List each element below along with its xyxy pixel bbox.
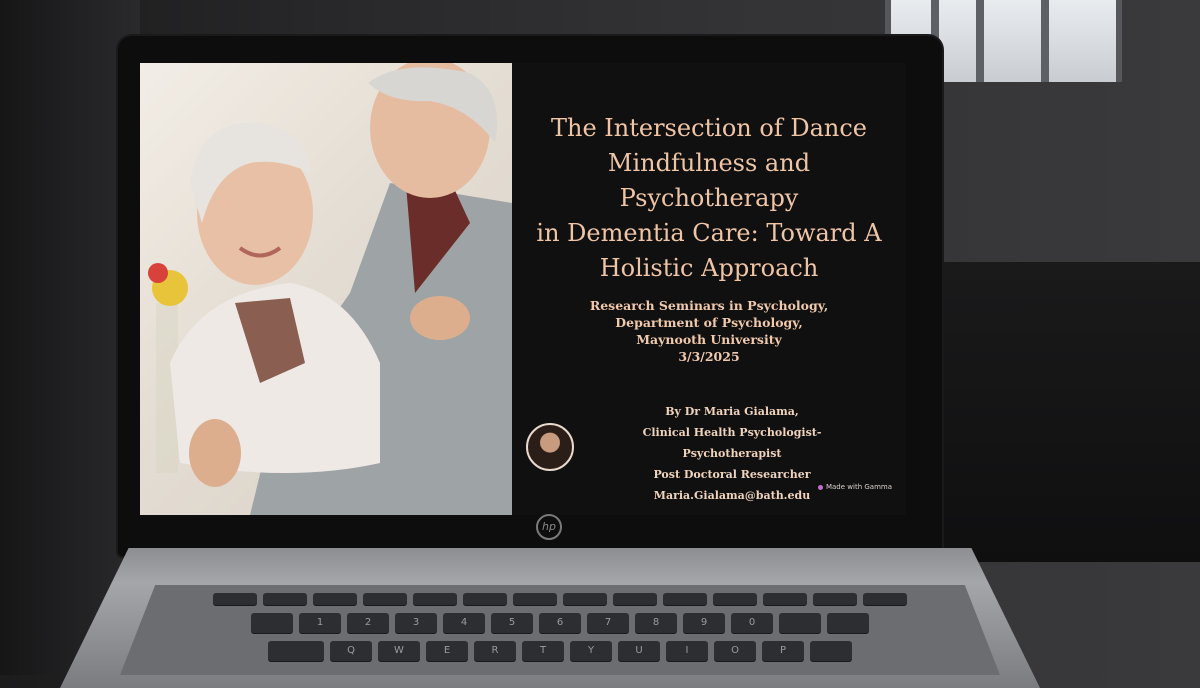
key[interactable] (813, 593, 857, 605)
title-line: Mindfulness and Psychotherapy (607, 149, 811, 212)
key-9[interactable]: 9 (683, 613, 725, 633)
key[interactable] (827, 613, 869, 633)
key-i[interactable]: I (666, 641, 708, 661)
laptop-screen: The Intersection of Dance Mindfulness an… (140, 63, 906, 515)
seminar-info: Research Seminars in Psychology, Departm… (524, 297, 894, 365)
seminar-line: Research Seminars in Psychology, (589, 298, 829, 313)
key-8[interactable]: 8 (635, 613, 677, 633)
author-avatar (526, 423, 574, 471)
key-o[interactable]: O (714, 641, 756, 661)
number-row: 1 2 3 4 5 6 7 8 9 0 (120, 613, 1000, 633)
key[interactable] (713, 593, 757, 605)
slide-photo (140, 63, 512, 515)
key-0[interactable]: 0 (731, 613, 773, 633)
seminar-line: Maynooth University (636, 332, 782, 347)
key-w[interactable]: W (378, 641, 420, 661)
key-6[interactable]: 6 (539, 613, 581, 633)
title-line: Holistic Approach (599, 254, 819, 282)
made-with-gamma-badge[interactable]: Made with Gamma (817, 483, 892, 491)
key-u[interactable]: U (618, 641, 660, 661)
key[interactable] (363, 593, 407, 605)
key-1[interactable]: 1 (299, 613, 341, 633)
author-name: By Dr Maria Gialama, (665, 405, 799, 418)
key[interactable] (810, 641, 852, 661)
key-e[interactable]: E (426, 641, 468, 661)
key-2[interactable]: 2 (347, 613, 389, 633)
key-7[interactable]: 7 (587, 613, 629, 633)
function-row (120, 593, 1000, 605)
key[interactable] (863, 593, 907, 605)
hp-logo: hp (536, 514, 562, 540)
letter-row: Q W E R T Y U I O P (120, 641, 1000, 661)
key[interactable] (313, 593, 357, 605)
key[interactable] (763, 593, 807, 605)
key[interactable] (779, 613, 821, 633)
key-p[interactable]: P (762, 641, 804, 661)
key-t[interactable]: T (522, 641, 564, 661)
elderly-couple-illustration (148, 63, 512, 515)
key[interactable] (263, 593, 307, 605)
background-sofa (928, 262, 1200, 562)
key-3[interactable]: 3 (395, 613, 437, 633)
author-position: Post Doctoral Researcher (653, 468, 811, 481)
key[interactable] (663, 593, 707, 605)
seminar-date: 3/3/2025 (678, 349, 740, 364)
keyboard: 1 2 3 4 5 6 7 8 9 0 Q W E R T Y U I O P (120, 585, 1000, 675)
author-role: Clinical Health Psychologist- Psychother… (642, 426, 822, 460)
key[interactable] (563, 593, 607, 605)
key[interactable] (213, 593, 257, 605)
key[interactable] (613, 593, 657, 605)
title-line: in Dementia Care: Toward A (536, 219, 882, 247)
key[interactable] (251, 613, 293, 633)
key-r[interactable]: R (474, 641, 516, 661)
title-line: The Intersection of Dance (551, 114, 867, 142)
seminar-line: Department of Psychology, (615, 315, 803, 330)
tab-key[interactable] (268, 641, 324, 661)
key[interactable] (513, 593, 557, 605)
key-y[interactable]: Y (570, 641, 612, 661)
slide-title: The Intersection of Dance Mindfulness an… (524, 111, 894, 286)
key[interactable] (463, 593, 507, 605)
key-4[interactable]: 4 (443, 613, 485, 633)
slide-text-panel: The Intersection of Dance Mindfulness an… (512, 63, 906, 515)
key[interactable] (413, 593, 457, 605)
key-q[interactable]: Q (330, 641, 372, 661)
gamma-logo-icon (817, 484, 823, 490)
badge-label: Made with Gamma (825, 483, 892, 491)
key-5[interactable]: 5 (491, 613, 533, 633)
